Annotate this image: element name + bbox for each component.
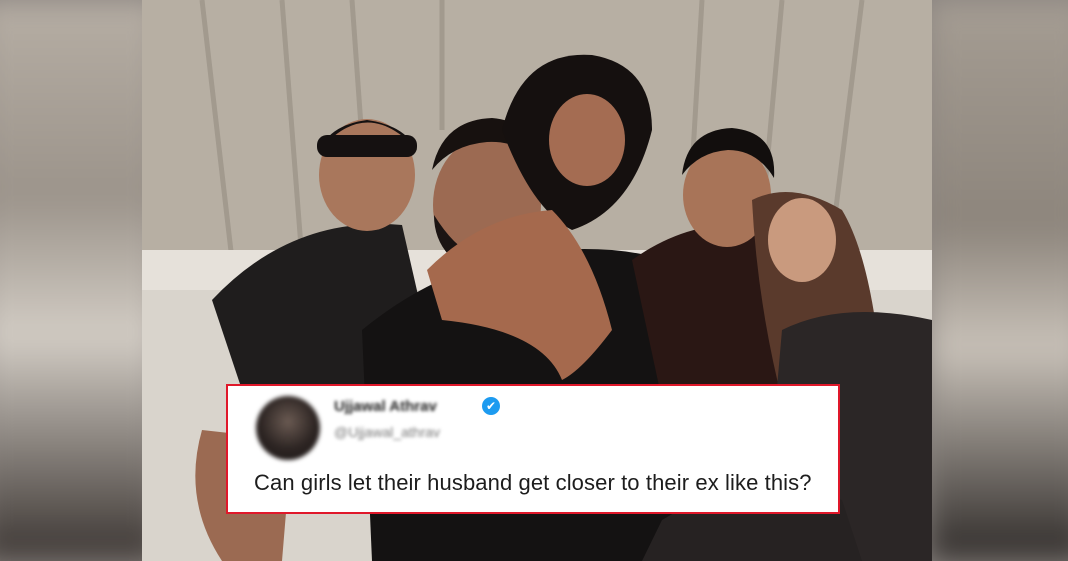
verified-badge-icon: ✔ — [482, 397, 500, 415]
tweet-text: Can girls let their husband get closer t… — [254, 470, 812, 495]
tweet-card: Ujjawal Athrav ✔ @Ujjawal_athrav Can gir… — [226, 384, 840, 514]
background-blur-left — [0, 0, 160, 561]
background-blur-right — [928, 0, 1068, 561]
tweet-author-name: Ujjawal Athrav — [334, 398, 437, 415]
avatar — [256, 396, 320, 460]
tweet-author-handle: @Ujjawal_athrav — [334, 424, 441, 440]
